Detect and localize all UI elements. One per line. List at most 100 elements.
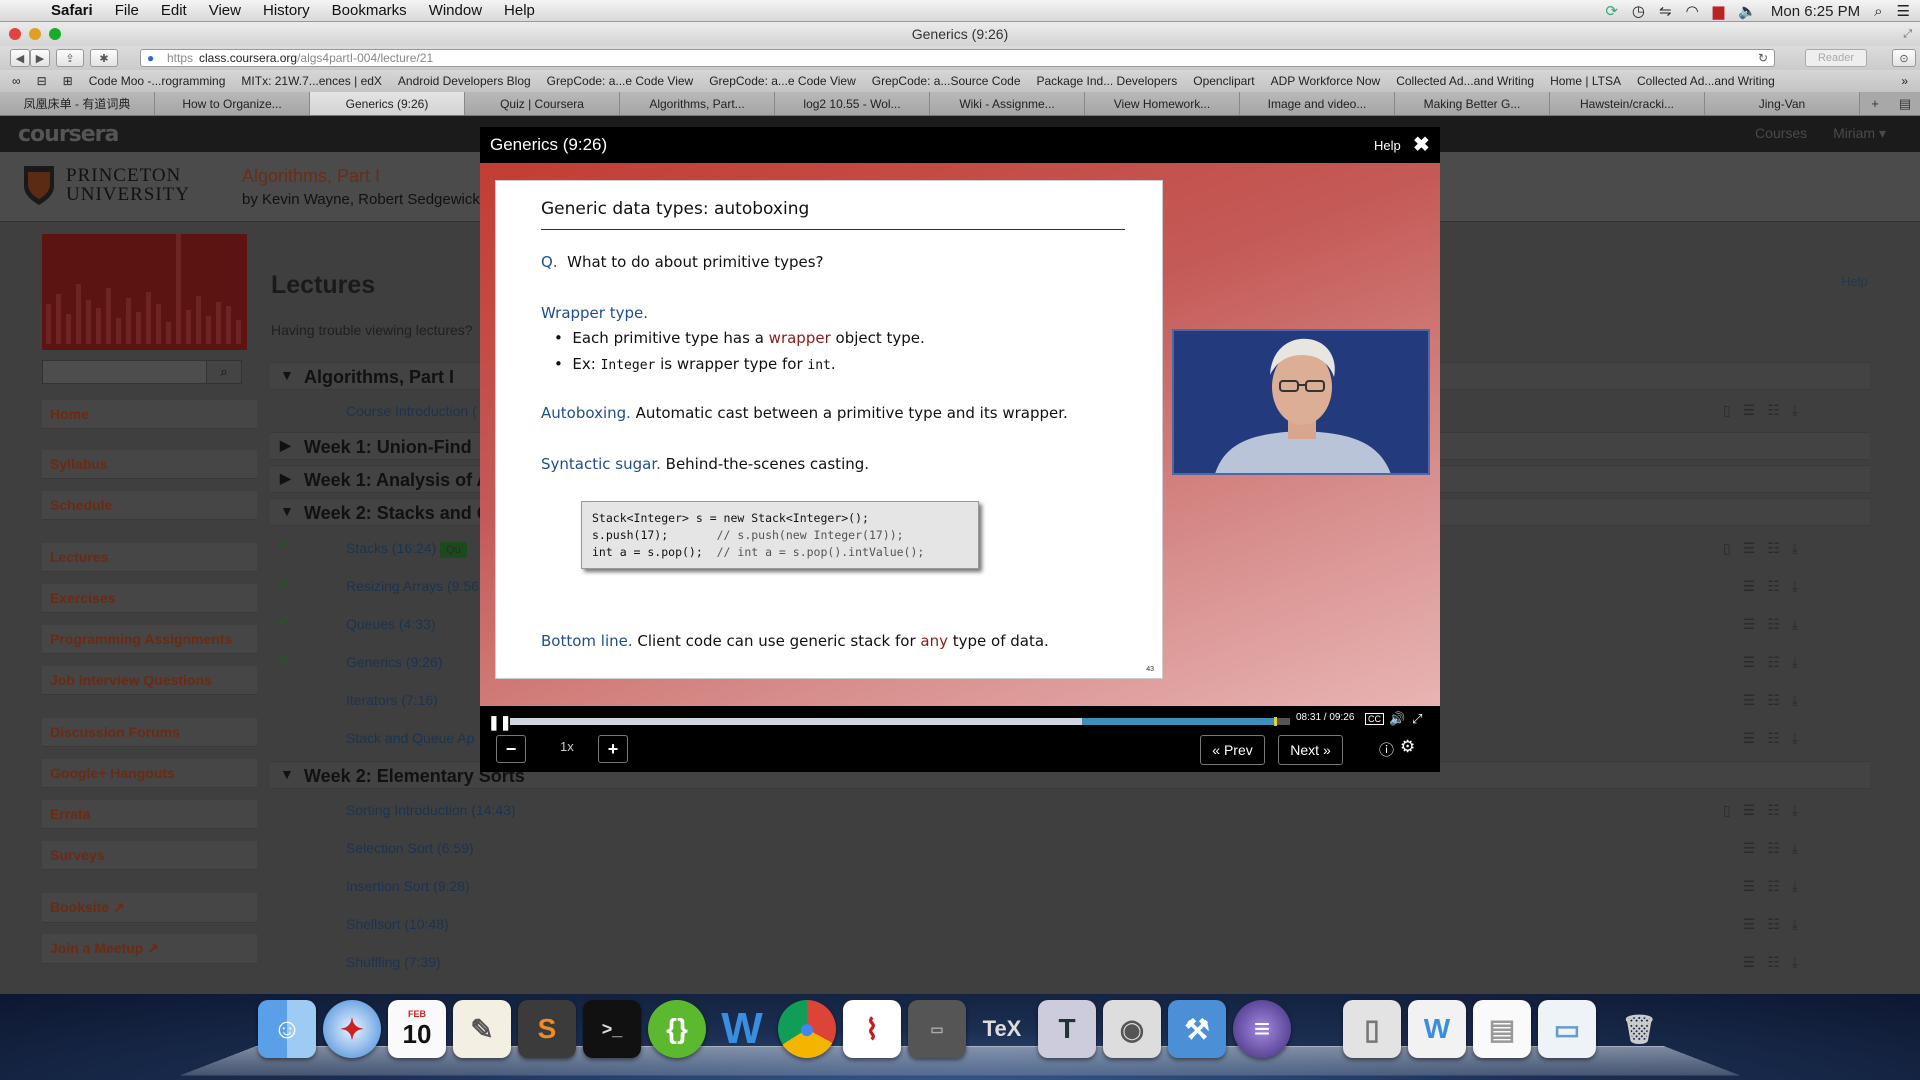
lecture-link[interactable]: Generics (9:26) bbox=[346, 654, 442, 670]
progress-handle[interactable] bbox=[1274, 717, 1278, 726]
help-link[interactable]: Help bbox=[1841, 274, 1868, 289]
subtitles-icon[interactable]: ☷ bbox=[1767, 916, 1780, 933]
tab[interactable]: Quiz | Coursera bbox=[465, 92, 620, 115]
slides-icon[interactable]: ☰ bbox=[1743, 692, 1756, 709]
notification-center-icon[interactable]: ☰ bbox=[1897, 2, 1910, 20]
download-icon[interactable]: ⤓ bbox=[1792, 616, 1798, 633]
sidebar-item-job-interview[interactable]: Job Interview Questions bbox=[42, 666, 257, 695]
tab-active[interactable]: Generics (9:26) bbox=[310, 92, 465, 115]
slides-icon[interactable]: ☰ bbox=[1743, 402, 1756, 419]
share-button[interactable]: ⇪ bbox=[56, 49, 84, 67]
download-icon[interactable]: ⤓ bbox=[1792, 916, 1798, 933]
download-icon[interactable]: ⤓ bbox=[1792, 878, 1798, 895]
download-icon[interactable]: ⤓ bbox=[1792, 654, 1798, 671]
sidebar-item-surveys[interactable]: Surveys bbox=[42, 841, 257, 870]
forward-button[interactable]: ▶ bbox=[30, 49, 50, 67]
subtitles-icon[interactable]: ☷ bbox=[1767, 578, 1780, 595]
pdf-icon[interactable]: ▯ bbox=[1723, 540, 1731, 557]
menu-app[interactable]: Safari bbox=[40, 2, 104, 19]
menu-edit[interactable]: Edit bbox=[150, 2, 198, 19]
bookmark-item[interactable]: Collected Ad...and Writing bbox=[1629, 74, 1783, 88]
lecture-link[interactable]: Shuffling (7:39) bbox=[346, 954, 441, 970]
bookmark-item[interactable]: Collected Ad...and Writing bbox=[1388, 74, 1542, 88]
slides-icon[interactable]: ☰ bbox=[1743, 878, 1756, 895]
subtitles-icon[interactable]: ☷ bbox=[1767, 402, 1780, 419]
downloads-stack-icon[interactable]: W bbox=[1408, 1000, 1466, 1058]
slides-icon[interactable]: ☰ bbox=[1743, 540, 1756, 557]
sidebar-item-hangouts[interactable]: Google+ Hangouts bbox=[42, 759, 257, 788]
tab[interactable]: log2 10.55 - Wol... bbox=[775, 92, 930, 115]
brackets-icon[interactable]: {} bbox=[648, 1000, 706, 1058]
bookmarks-book-icon[interactable]: ⊟ bbox=[29, 74, 55, 88]
prev-button[interactable]: « Prev bbox=[1200, 735, 1265, 765]
slides-icon[interactable]: ☰ bbox=[1743, 954, 1756, 971]
address-bar[interactable]: ● https class.coursera.org/algs4partI-004… bbox=[140, 49, 1775, 67]
finder-icon[interactable]: ☺ bbox=[258, 1000, 316, 1058]
reading-list-icon[interactable]: ∞ bbox=[4, 74, 29, 88]
chrome-icon[interactable]: ● bbox=[778, 1000, 836, 1058]
sidebar-item-booksite[interactable]: Booksite ↗ bbox=[42, 893, 257, 923]
fullscreen-icon[interactable]: ⤢ bbox=[1903, 22, 1912, 46]
spotlight-icon[interactable]: ⌕ bbox=[1874, 3, 1882, 20]
textedit-icon[interactable]: ✎ bbox=[453, 1000, 511, 1058]
time-machine-icon[interactable]: ◷ bbox=[1632, 2, 1645, 20]
bookmark-item[interactable]: Openclipart bbox=[1185, 74, 1262, 88]
zoom-window-button[interactable] bbox=[49, 28, 61, 40]
lecture-link[interactable]: Resizing Arrays (9:56 bbox=[346, 578, 479, 594]
video-frame[interactable]: Generic data types: autoboxing Q. What t… bbox=[480, 163, 1440, 706]
downloads-button[interactable]: ⊙ bbox=[1892, 49, 1916, 67]
subtitles-icon[interactable]: ☷ bbox=[1767, 540, 1780, 557]
tab[interactable]: Hawstein/cracki... bbox=[1550, 92, 1705, 115]
bookmark-item[interactable]: Android Developers Blog bbox=[390, 74, 539, 88]
settings-gear-icon[interactable]: ⚙ bbox=[1400, 737, 1415, 757]
user-menu[interactable]: Miriam ▾ bbox=[1833, 125, 1886, 141]
subtitles-icon[interactable]: ☷ bbox=[1767, 802, 1780, 819]
bookmark-item[interactable]: Code Moo -...rogramming bbox=[81, 74, 234, 88]
tab[interactable]: Image and video... bbox=[1240, 92, 1395, 115]
extensions-button[interactable]: ✱ bbox=[90, 49, 118, 67]
menu-window[interactable]: Window bbox=[418, 2, 493, 19]
minimize-window-button[interactable] bbox=[29, 28, 41, 40]
sidebar-item-discussion-forums[interactable]: Discussion Forums bbox=[42, 718, 257, 747]
tab[interactable]: Wiki - Assignme... bbox=[930, 92, 1085, 115]
screenshot-stack-icon[interactable]: ▤ bbox=[1473, 1000, 1531, 1058]
slides-icon[interactable]: ☰ bbox=[1743, 616, 1756, 633]
download-icon[interactable]: ⤓ bbox=[1792, 954, 1798, 971]
download-icon[interactable]: ⤓ bbox=[1792, 578, 1798, 595]
info-icon[interactable]: ⓘ bbox=[1379, 739, 1394, 760]
wifi-icon[interactable]: ◠ bbox=[1686, 2, 1699, 20]
bookmark-item[interactable]: MITx: 21W.7...ences | edX bbox=[233, 74, 390, 88]
quiz-badge[interactable]: Qu bbox=[440, 542, 467, 558]
subtitles-icon[interactable]: ☷ bbox=[1767, 692, 1780, 709]
download-icon[interactable]: ⤓ bbox=[1792, 692, 1798, 709]
tab[interactable]: 凤凰床单 - 有道词典 bbox=[0, 92, 155, 115]
close-window-button[interactable] bbox=[9, 28, 21, 40]
terminal-icon[interactable]: >_ bbox=[583, 1000, 641, 1058]
lecture-link[interactable]: Course Introduction ( bbox=[346, 403, 477, 419]
bookmark-item[interactable]: GrepCode: a...e Code View bbox=[701, 74, 864, 88]
lecture-link[interactable]: Queues (4:33) bbox=[346, 616, 436, 632]
next-button[interactable]: Next » bbox=[1278, 735, 1343, 765]
subtitles-icon[interactable]: ☷ bbox=[1767, 878, 1780, 895]
sidebar-item-errata[interactable]: Errata bbox=[42, 800, 257, 829]
courses-link[interactable]: Courses bbox=[1755, 125, 1807, 141]
pdf-icon[interactable]: ▯ bbox=[1723, 402, 1731, 419]
bookmark-item[interactable]: Package Ind... Developers bbox=[1029, 74, 1186, 88]
preview-icon[interactable]: ◉ bbox=[1103, 1000, 1161, 1058]
download-icon[interactable]: ⤓ bbox=[1792, 402, 1798, 419]
new-tab-button[interactable]: + bbox=[1860, 92, 1890, 115]
sidebar-item-home[interactable]: Home bbox=[42, 400, 257, 429]
acrobat-icon[interactable]: ⌇ bbox=[843, 1000, 901, 1058]
top-sites-icon[interactable]: ⊞ bbox=[55, 74, 81, 88]
search-icon[interactable]: ⌕ bbox=[206, 360, 242, 384]
menu-bookmarks[interactable]: Bookmarks bbox=[321, 2, 418, 19]
console-icon[interactable]: ▭ bbox=[908, 1000, 966, 1058]
progress-bar[interactable] bbox=[510, 717, 1290, 726]
eclipse-icon[interactable]: ≡ bbox=[1233, 1000, 1291, 1058]
word-icon[interactable]: W bbox=[713, 1000, 771, 1058]
folder-stack-icon[interactable]: ▭ bbox=[1538, 1000, 1596, 1058]
reader-button[interactable]: Reader bbox=[1805, 49, 1867, 67]
trouble-link[interactable]: Having trouble viewing lectures? bbox=[271, 322, 473, 338]
bookmark-item[interactable]: Home | LTSA bbox=[1542, 74, 1629, 88]
lecture-link[interactable]: Stacks (16:24) Qu bbox=[346, 540, 467, 558]
